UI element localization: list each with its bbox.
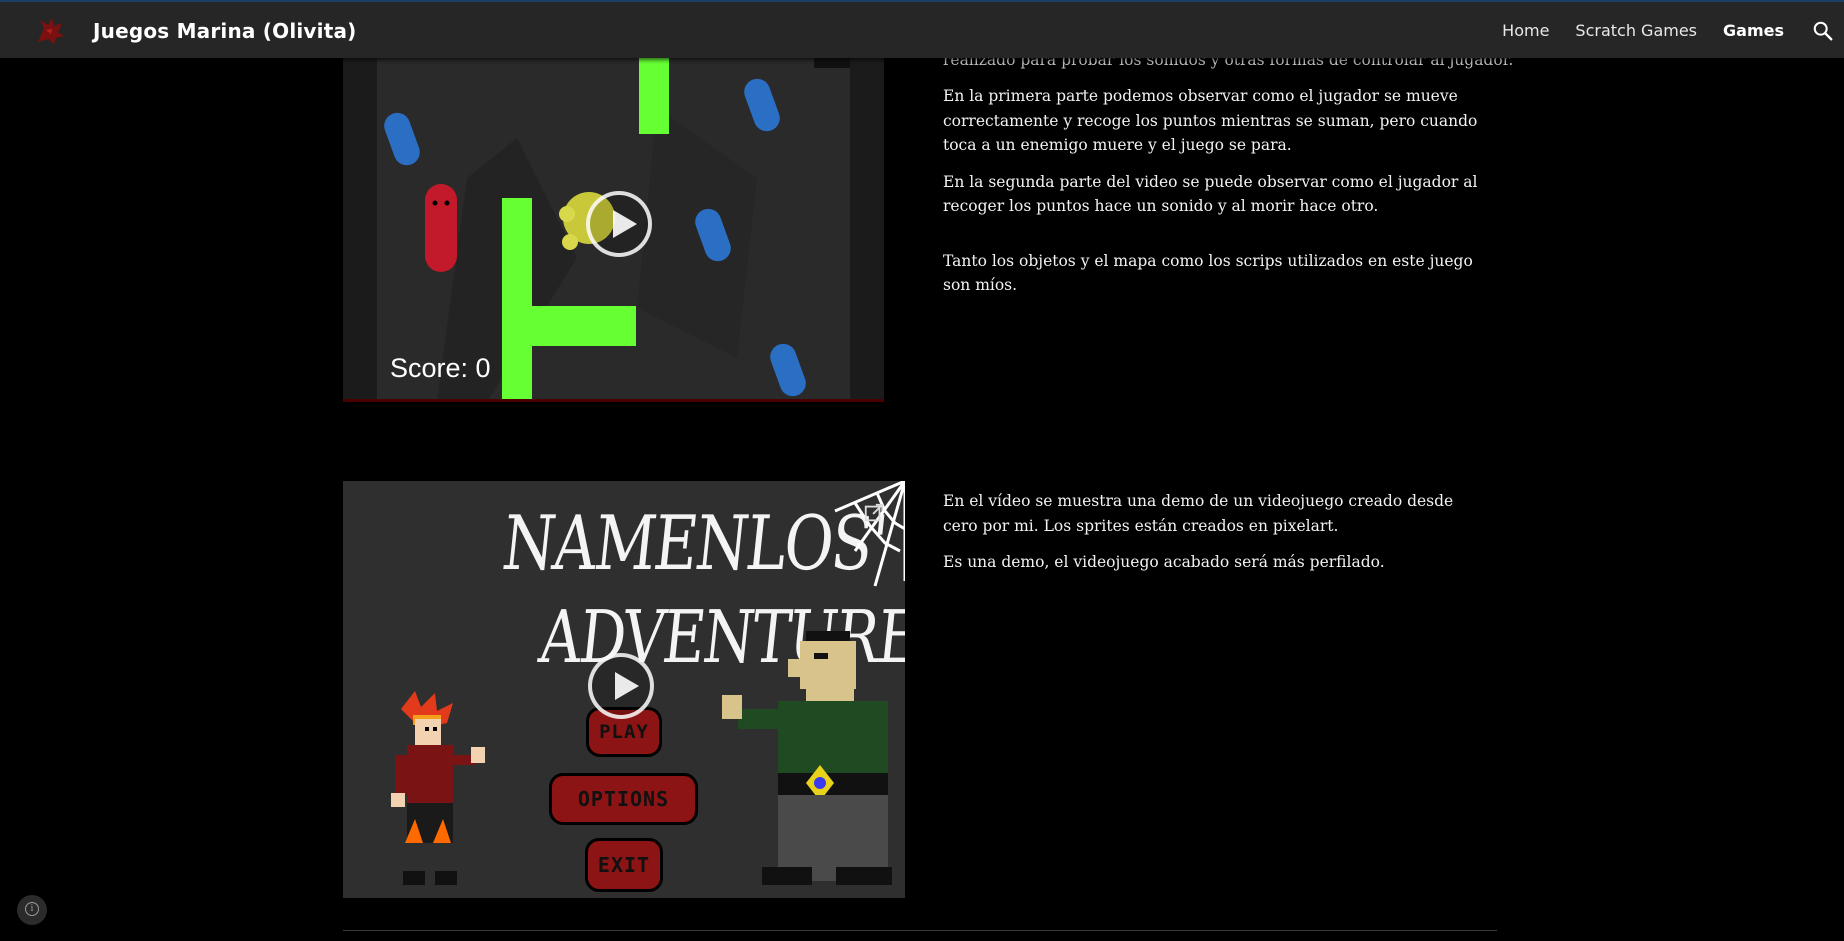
search-icon[interactable] xyxy=(1812,20,1834,42)
dragon-logo-icon[interactable] xyxy=(30,14,70,48)
info-icon: i xyxy=(25,902,39,916)
score-label: Score: 0 xyxy=(390,353,491,383)
video-player-2[interactable]: NAMENLOS' ADVENTURE PLAY OPTIONS EXIT xyxy=(343,481,905,898)
nav-home[interactable]: Home xyxy=(1502,21,1549,40)
site-header: Juegos Marina (Olivita) Home Scratch Gam… xyxy=(0,0,1844,58)
info-button[interactable]: i xyxy=(17,895,47,925)
cobweb-decoration xyxy=(834,481,905,587)
paragraph: Tanto los objetos y el mapa como los scr… xyxy=(943,251,1473,295)
game-exit-button[interactable]: EXIT xyxy=(585,838,663,892)
section-2-text: En el vídeo se muestra una demo de un vi… xyxy=(943,489,1491,587)
site-title[interactable]: Juegos Marina (Olivita) xyxy=(93,19,357,43)
main-nav: Home Scratch Games Games xyxy=(1502,21,1784,40)
hero-sprite xyxy=(391,691,485,885)
section-1-text: realizado para probar los sonidos y otra… xyxy=(943,51,1513,310)
paragraph: En el vídeo se muestra una demo de un vi… xyxy=(943,492,1454,535)
nav-scratch-games[interactable]: Scratch Games xyxy=(1575,21,1697,40)
video-progress-bar[interactable] xyxy=(343,399,884,402)
play-button-video-1[interactable] xyxy=(586,191,652,257)
section-divider xyxy=(343,930,1497,931)
paragraph: Es una demo, el videojuego acabado será … xyxy=(943,553,1385,571)
video-player-1[interactable]: Score: 0 xyxy=(343,58,884,402)
open-external-icon[interactable] xyxy=(863,502,885,524)
play-button-video-2[interactable] xyxy=(588,653,654,719)
game-options-button[interactable]: OPTIONS xyxy=(549,773,698,825)
villain-sprite xyxy=(722,631,892,885)
paragraph: En la primera parte podemos observar com… xyxy=(943,87,1478,154)
nav-games[interactable]: Games xyxy=(1723,21,1784,40)
paragraph: En la segunda parte del video se puede o… xyxy=(943,172,1478,216)
